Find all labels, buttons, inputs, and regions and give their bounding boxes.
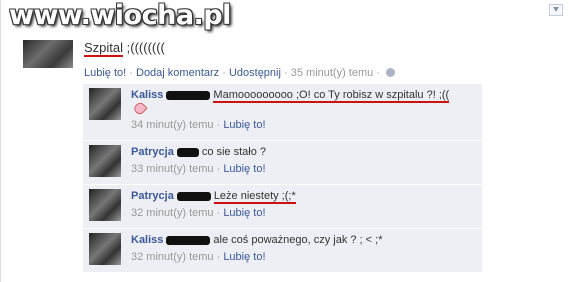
- heart-icon: [132, 100, 148, 117]
- comment-text: Leże niestety ;(;*: [213, 190, 296, 204]
- comment-body: Kaliss ale coś poważnego, czy jak ? ; < ;…: [131, 234, 476, 264]
- post-actions: Lubię to! · Dodaj komentarz · Udostępnij…: [84, 67, 396, 79]
- comment-item: Patrycja co sie stało ? 33 minut(y) temu …: [83, 141, 482, 185]
- comment-meta: 34 minut(y) temu · Lubię to!: [131, 119, 266, 132]
- comment-text: co sie stało ?: [201, 146, 267, 158]
- comment-author[interactable]: Patrycja: [131, 146, 174, 158]
- globe-icon[interactable]: [386, 68, 396, 77]
- comment-text: Mamooooooooo ;O! co Ty robisz w szpitalu…: [213, 89, 450, 103]
- post-text: Szpital ;((((((((: [84, 40, 165, 57]
- commenter-avatar[interactable]: [89, 145, 121, 177]
- redacted-surname: [176, 147, 199, 157]
- comment-author[interactable]: Kaliss: [131, 234, 163, 246]
- comment-like-link[interactable]: Lubię to!: [223, 251, 265, 263]
- post-text-highlight: Szpital: [84, 40, 124, 57]
- comment-item: Patrycja Leże niestety ;(;* 32 minut(y) t…: [83, 185, 482, 229]
- comment-like-link[interactable]: Lubię to!: [223, 207, 265, 219]
- comment-body: Patrycja Leże niestety ;(;* 32 minut(y) t…: [131, 190, 476, 220]
- comment-body: Kaliss Mamooooooooo ;O! co Ty robisz w sz…: [131, 89, 476, 132]
- watermark-logo: www.wiocha.pl: [9, 0, 231, 31]
- comment-text: ale coś poważnego, czy jak ? ; < ;*: [213, 234, 383, 246]
- post-text-rest: ;((((((((: [123, 40, 165, 55]
- comment-time[interactable]: 32 minut(y) temu: [131, 251, 214, 263]
- comment-like-link[interactable]: Lubię to!: [223, 163, 265, 175]
- feed-story: www.wiocha.pl Szpital ;(((((((( Lubię to…: [0, 0, 569, 282]
- comment-time[interactable]: 32 minut(y) temu: [131, 207, 214, 219]
- separator: ·: [376, 67, 384, 79]
- story-options-button[interactable]: [549, 4, 563, 16]
- comment-time[interactable]: 33 minut(y) temu: [131, 163, 214, 175]
- separator: ·: [284, 67, 291, 79]
- redacted-surname: [166, 235, 211, 245]
- like-link[interactable]: Lubię to!: [84, 67, 126, 79]
- redacted-surname: [166, 90, 211, 100]
- comment-time[interactable]: 34 minut(y) temu: [131, 119, 214, 131]
- chevron-down-icon: [553, 7, 559, 12]
- separator: ·: [222, 67, 229, 79]
- share-link[interactable]: Udostępnij: [229, 67, 281, 79]
- comment-body: Patrycja co sie stało ? 33 minut(y) temu …: [131, 146, 476, 176]
- comment-item: Kaliss ale coś poważnego, czy jak ? ; < ;…: [83, 229, 482, 273]
- add-comment-link[interactable]: Dodaj komentarz: [136, 67, 219, 79]
- commenter-avatar[interactable]: [89, 88, 121, 120]
- comment-author[interactable]: Patrycja: [131, 190, 174, 202]
- comment-meta: 32 minut(y) temu · Lubię to!: [131, 207, 266, 219]
- separator: ·: [129, 67, 136, 79]
- commenter-avatar[interactable]: [89, 189, 121, 221]
- comment-meta: 32 minut(y) temu · Lubię to!: [131, 251, 266, 263]
- comment-like-link[interactable]: Lubię to!: [223, 119, 265, 131]
- comment-author[interactable]: Kaliss: [131, 89, 163, 101]
- author-avatar[interactable]: [23, 40, 73, 68]
- commenter-avatar[interactable]: [89, 233, 121, 265]
- post-timestamp[interactable]: 35 minut(y) temu: [291, 67, 374, 79]
- comment-meta: 33 minut(y) temu · Lubię to!: [131, 163, 266, 175]
- left-border: [0, 0, 1, 282]
- comment-item: Kaliss Mamooooooooo ;O! co Ty robisz w sz…: [83, 84, 482, 141]
- redacted-surname: [176, 191, 211, 201]
